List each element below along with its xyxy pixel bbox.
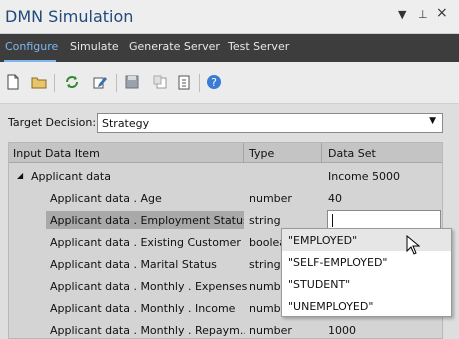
column-divider[interactable] bbox=[321, 143, 322, 163]
collapse-triangle-icon[interactable]: ◢ bbox=[17, 171, 23, 180]
dataset-dropdown-list: "EMPLOYED" "SELF-EMPLOYED" "STUDENT" "UN… bbox=[281, 228, 452, 317]
target-decision-label: Target Decision: bbox=[8, 116, 97, 129]
target-decision-select[interactable]: Strategy ▼ bbox=[97, 113, 443, 133]
copy-icon[interactable] bbox=[150, 72, 170, 92]
row-type: numb bbox=[249, 280, 281, 293]
dataset-edit-field[interactable] bbox=[327, 210, 441, 230]
close-icon[interactable]: × bbox=[436, 5, 448, 21]
window-title: DMN Simulation bbox=[5, 7, 134, 26]
toolbar-separator bbox=[199, 74, 200, 92]
target-decision-value: Strategy bbox=[102, 117, 150, 130]
svg-text:?: ? bbox=[211, 76, 217, 89]
tab-simulate[interactable]: Simulate bbox=[70, 40, 119, 53]
tab-bar: Configure Simulate Generate Server Test … bbox=[0, 34, 459, 62]
options-dropdown-icon[interactable]: ▼ bbox=[398, 8, 406, 21]
toolbar: ? bbox=[0, 62, 459, 104]
table-row[interactable]: Applicant data . Monthly . Repaym... num… bbox=[9, 319, 442, 339]
row-type: numb bbox=[249, 302, 281, 315]
row-item: Applicant data . Monthly . Expenses bbox=[50, 280, 248, 293]
row-item: Applicant data . Marital Status bbox=[50, 258, 217, 271]
save-icon[interactable] bbox=[122, 72, 142, 92]
title-bar: DMN Simulation ▼ ⊥ × bbox=[0, 0, 459, 34]
dropdown-option[interactable]: "UNEMPLOYED" bbox=[282, 295, 451, 317]
row-type: number bbox=[249, 324, 292, 337]
row-item: Applicant data . Monthly . Repaym... bbox=[50, 324, 245, 337]
grid-header: Input Data Item Type Data Set bbox=[9, 143, 442, 163]
group-row[interactable]: ◢ Applicant data Income 5000 bbox=[9, 165, 442, 187]
column-divider[interactable] bbox=[243, 143, 244, 163]
edit-icon[interactable] bbox=[90, 72, 110, 92]
toolbar-separator bbox=[116, 74, 117, 92]
dropdown-option[interactable]: "SELF-EMPLOYED" bbox=[282, 251, 451, 273]
paste-icon[interactable] bbox=[174, 72, 194, 92]
pin-icon[interactable]: ⊥ bbox=[418, 8, 428, 21]
tab-test-server[interactable]: Test Server bbox=[228, 40, 289, 53]
new-document-icon[interactable] bbox=[3, 72, 23, 92]
row-item: Applicant data . Age bbox=[50, 192, 162, 205]
text-caret bbox=[332, 214, 333, 227]
header-type[interactable]: Type bbox=[249, 147, 274, 160]
mouse-cursor-icon bbox=[406, 234, 421, 258]
dropdown-option[interactable]: "STUDENT" bbox=[282, 273, 451, 295]
row-value[interactable]: 40 bbox=[328, 192, 342, 205]
row-item: Applicant data . Employment Status bbox=[46, 211, 244, 229]
row-item: Applicant data . Existing Customer bbox=[50, 236, 241, 249]
tab-configure[interactable]: Configure bbox=[5, 40, 58, 53]
row-type: number bbox=[249, 192, 292, 205]
tab-generate-server[interactable]: Generate Server bbox=[129, 40, 220, 53]
row-type: string bbox=[249, 258, 281, 271]
group-label: Applicant data bbox=[31, 170, 111, 183]
dropdown-option[interactable]: "EMPLOYED" bbox=[282, 229, 451, 251]
table-row[interactable]: Applicant data . Age number 40 bbox=[9, 187, 442, 209]
header-data-set[interactable]: Data Set bbox=[328, 147, 376, 160]
row-type: string bbox=[249, 214, 281, 227]
header-input-data-item[interactable]: Input Data Item bbox=[13, 147, 100, 160]
row-type: boolea bbox=[249, 236, 283, 249]
chevron-down-icon: ▼ bbox=[429, 116, 436, 126]
row-value[interactable]: 1000 bbox=[328, 324, 356, 337]
open-folder-icon[interactable] bbox=[29, 72, 49, 92]
toolbar-separator bbox=[54, 74, 55, 92]
help-icon[interactable]: ? bbox=[204, 72, 224, 92]
refresh-icon[interactable] bbox=[62, 72, 82, 92]
group-value: Income 5000 bbox=[328, 170, 400, 183]
row-item: Applicant data . Monthly . Income bbox=[50, 302, 236, 315]
